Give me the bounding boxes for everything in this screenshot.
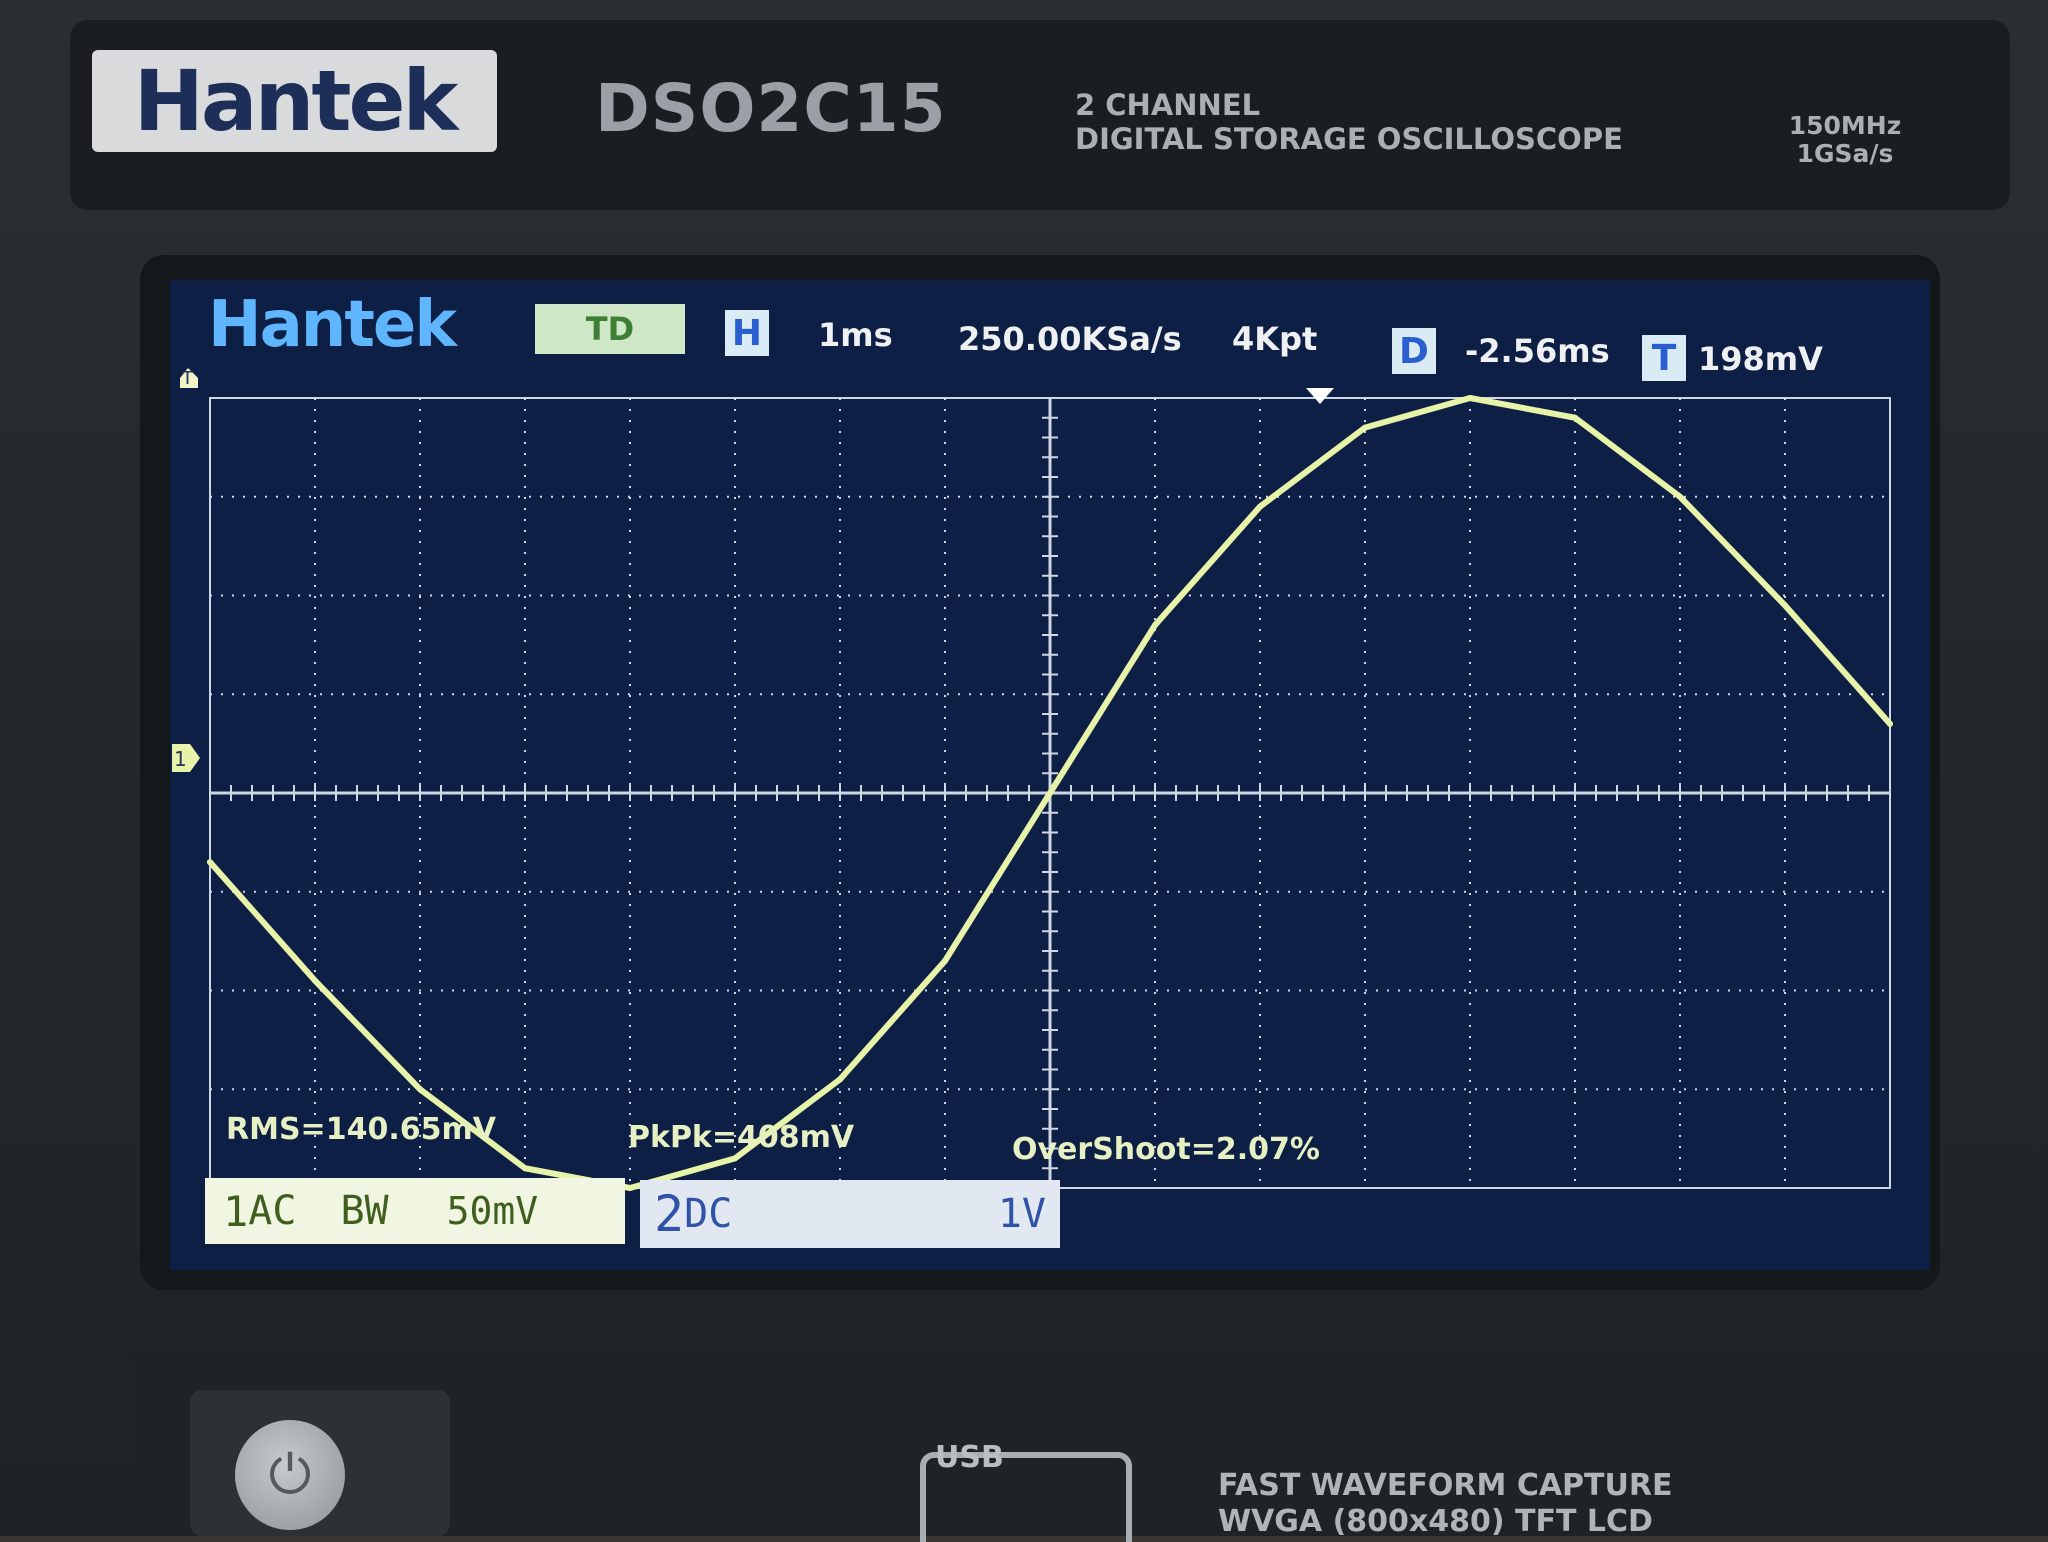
trigger-position-marker <box>1306 388 1334 404</box>
waveform-point <box>1257 503 1263 510</box>
waveform-point <box>207 859 213 866</box>
waveform-point <box>1467 395 1473 401</box>
channel-2-coupling: DC <box>684 1191 733 1237</box>
rms-measurement: RMS=140.65mV <box>226 1112 496 1147</box>
channel-1-number: 1 <box>223 1186 249 1236</box>
footer-line-1: FAST WAVEFORM CAPTURE <box>1218 1468 1673 1503</box>
waveform-point <box>1362 424 1368 431</box>
waveform-point <box>1047 790 1053 796</box>
description-line-1: 2 CHANNEL <box>1075 88 1261 122</box>
waveform-point <box>627 1185 633 1191</box>
channel-1-scale: 50mV <box>446 1189 539 1233</box>
spec-sample-rate: 1GSa/s <box>1796 139 1894 168</box>
channel-1-status[interactable]: 1 AC BW 50mV <box>205 1178 625 1244</box>
overshoot-measurement: OverShoot=2.07% <box>1012 1132 1320 1167</box>
usb-label: USB <box>935 1440 1004 1475</box>
brand-logo: Hantek <box>133 52 459 150</box>
waveform-point <box>312 977 318 984</box>
description-line-2: DIGITAL STORAGE OSCILLOSCOPE <box>1075 122 1623 156</box>
waveform-point <box>1782 602 1788 609</box>
model-name: DSO2C15 <box>595 70 947 147</box>
channel-2-status[interactable]: 2 DC 1V <box>640 1180 1060 1248</box>
waveform-point <box>837 1076 843 1083</box>
waveform-point <box>522 1165 528 1172</box>
footer-line-2: WVGA (800x480) TFT LCD <box>1218 1504 1653 1539</box>
channel-1-coupling: AC <box>248 1188 297 1234</box>
device-spec: 150MHz 1GSa/s <box>1760 112 1930 168</box>
waveform-point <box>1677 493 1683 500</box>
power-icon: ⏻ <box>268 1443 312 1506</box>
waveform-point <box>1887 720 1893 727</box>
footer-description: FAST WAVEFORM CAPTURE WVGA (800x480) TFT… <box>1218 1468 1672 1540</box>
channel-2-number: 2 <box>654 1185 685 1243</box>
spec-bandwidth: 150MHz <box>1788 111 1902 140</box>
waveform-point <box>732 1155 738 1162</box>
waveform-point <box>1152 622 1158 629</box>
device-description: 2 CHANNEL DIGITAL STORAGE OSCILLOSCOPE <box>1075 88 1623 156</box>
waveform-point <box>942 957 948 964</box>
channel-1-marker-label: 1 <box>174 747 187 771</box>
waveform-point <box>1572 414 1578 421</box>
channel-1-bandwidth-limit: BW <box>340 1188 389 1234</box>
oscilloscope-display: Hantek TD H 1ms 250.00KSa/s 4Kpt D -2.56… <box>170 280 1930 1270</box>
pkpk-measurement: PkPk=408mV <box>628 1120 855 1155</box>
trigger-marker-label: T <box>181 368 194 389</box>
waveform-point <box>417 1086 423 1093</box>
channel-2-scale: 1V <box>997 1191 1046 1237</box>
brand-logo-plate: Hantek <box>92 50 497 152</box>
power-button[interactable]: ⏻ <box>235 1420 345 1530</box>
